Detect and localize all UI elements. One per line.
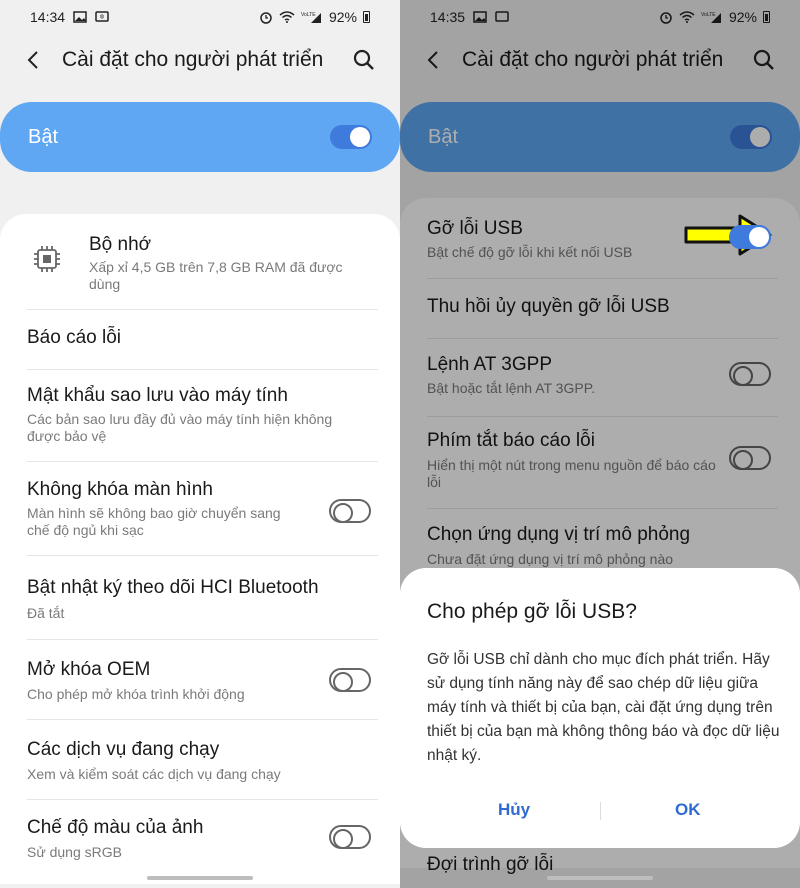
ok-button[interactable]: OK [675, 800, 701, 820]
home-indicator[interactable] [547, 876, 653, 880]
gallery-icon [73, 11, 87, 23]
cancel-button[interactable]: Hủy [498, 800, 530, 820]
list-item-stay-awake[interactable]: Không khóa màn hình Màn hình sẽ không ba… [0, 461, 400, 555]
alarm-icon [260, 12, 272, 24]
item-title: Báo cáo lỗi [27, 327, 122, 348]
item-subtitle: Đã tắt [27, 605, 65, 621]
item-title: Bật nhật ký theo dõi HCI Bluetooth [27, 577, 319, 598]
stay-awake-toggle[interactable] [329, 499, 371, 523]
usb-debugging-toggle-highlight[interactable] [729, 225, 771, 249]
color-mode-toggle[interactable] [329, 825, 371, 849]
memory-chip-icon [34, 246, 60, 272]
master-toggle[interactable] [330, 125, 372, 149]
usb-debug-dialog: Cho phép gỡ lỗi USB? Gỡ lỗi USB chỉ dành… [400, 568, 800, 848]
svg-text:ꕕ: ꕕ [100, 14, 105, 21]
list-item-backup-password[interactable]: Mật khẩu sao lưu vào máy tính Các bản sa… [0, 369, 400, 461]
list-item-bluetooth-hci-log[interactable]: Bật nhật ký theo dõi HCI Bluetooth Đã tắ… [0, 555, 400, 639]
status-time: 14:34 [30, 9, 66, 25]
item-title: Bộ nhớ [89, 234, 152, 255]
developer-master-switch[interactable]: Bật [0, 102, 400, 172]
wifi-icon [279, 11, 295, 23]
item-title: Mật khẩu sao lưu vào máy tính [27, 385, 288, 406]
list-item-memory[interactable]: Bộ nhớ Xấp xỉ 4,5 GB trên 7,8 GB RAM đã … [0, 214, 400, 309]
item-subtitle: Cho phép mở khóa trình khởi động [27, 686, 245, 702]
item-title: Không khóa màn hình [27, 479, 213, 500]
list-item-oem-unlock[interactable]: Mở khóa OEM Cho phép mở khóa trình khởi … [0, 639, 400, 719]
app-bar: Cài đặt cho người phát triển [0, 38, 400, 82]
list-item-picture-color-mode[interactable]: Chế độ màu của ảnh Sử dụng sRGB [0, 799, 400, 879]
battery-icon [363, 11, 370, 23]
list-item-running-services[interactable]: Các dịch vụ đang chạy Xem và kiểm soát c… [0, 719, 400, 799]
item-subtitle: Sử dụng sRGB [27, 844, 122, 860]
message-icon: ꕕ [95, 11, 109, 22]
item-subtitle: Xấp xỉ 4,5 GB trên 7,8 GB RAM đã được dù… [89, 259, 343, 292]
button-separator [600, 802, 601, 820]
item-subtitle: Màn hình sẽ không bao giờ chuyển sang ch… [27, 505, 281, 538]
item-title: Chế độ màu của ảnh [27, 817, 204, 838]
right-screen: 14:35 VoLTE 92% Cài đặt cho người phát t… [400, 0, 800, 888]
master-switch-label: Bật [28, 125, 59, 148]
svg-text:VoLTE: VoLTE [301, 12, 316, 18]
search-icon[interactable] [352, 48, 376, 72]
battery-percent: 92% [328, 9, 357, 25]
home-indicator[interactable] [147, 876, 253, 880]
oem-unlock-toggle[interactable] [329, 668, 371, 692]
dialog-body: Gỡ lỗi USB chỉ dành cho mục đích phát tr… [427, 651, 780, 764]
item-title: Mở khóa OEM [27, 659, 151, 680]
back-arrow-icon[interactable] [22, 48, 46, 72]
item-subtitle: Xem và kiểm soát các dịch vụ đang chạy [27, 766, 281, 782]
item-subtitle: Các bản sao lưu đầy đủ vào máy tính hiện… [27, 411, 333, 444]
lte-signal-icon: VoLTE [301, 12, 321, 23]
list-item-bug-report[interactable]: Báo cáo lỗi [0, 309, 400, 369]
left-screen: 14:34 ꕕ VoLTE 92% Cài đặt cho người phát… [0, 0, 400, 888]
stage: 14:34 ꕕ VoLTE 92% Cài đặt cho người phát… [0, 0, 800, 888]
dialog-title: Cho phép gỡ lỗi USB? [427, 600, 637, 623]
settings-list: Bộ nhớ Xấp xỉ 4,5 GB trên 7,8 GB RAM đã … [0, 214, 400, 884]
page-title: Cài đặt cho người phát triển [62, 48, 324, 71]
item-title: Các dịch vụ đang chạy [27, 739, 220, 760]
status-bar: 14:34 ꕕ VoLTE 92% [0, 0, 400, 34]
